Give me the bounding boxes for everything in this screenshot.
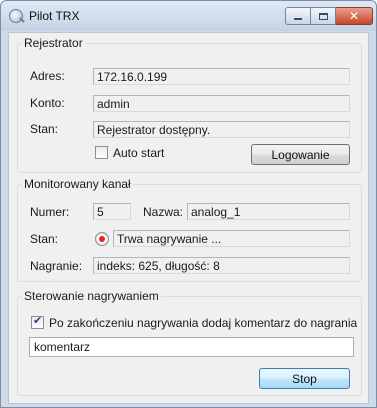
recorder-group-title: Rejestrator: [24, 36, 83, 50]
channel-group-title: Monitorowany kanał: [24, 177, 131, 191]
address-label: Adres:: [30, 69, 65, 83]
channel-number-field: 5: [93, 203, 131, 220]
close-icon: ✕: [348, 9, 360, 23]
app-window: Pilot TRX ✕ Rejestrator Adres: 172.16.0.…: [0, 0, 377, 408]
login-button[interactable]: Logowanie: [251, 144, 350, 165]
autostart-label[interactable]: Auto start: [113, 146, 164, 160]
account-label: Konto:: [30, 96, 65, 110]
state-label: Stan:: [30, 122, 59, 136]
number-label: Numer:: [30, 205, 70, 219]
comment-input[interactable]: komentarz: [29, 337, 354, 357]
autostart-checkbox[interactable]: [95, 146, 108, 159]
app-search-icon: [9, 9, 23, 23]
channel-state-field: Trwa nagrywanie ...: [113, 230, 350, 247]
maximize-icon: [318, 12, 328, 20]
control-group-title: Sterowanie nagrywaniem: [24, 289, 159, 303]
recording-label: Nagranie:: [30, 259, 83, 273]
channel-state-label: Stan:: [30, 232, 59, 246]
recorder-state-field: Rejestrator dostępny.: [93, 121, 350, 138]
address-field: 172.16.0.199: [93, 68, 350, 85]
comment-checkbox[interactable]: [31, 314, 44, 329]
close-button[interactable]: ✕: [336, 7, 373, 25]
channel-name-field: analog_1: [187, 203, 350, 220]
title-bar[interactable]: Pilot TRX ✕: [1, 1, 376, 31]
comment-checkbox-label[interactable]: Po zakończeniu nagrywania dodaj komentar…: [49, 316, 357, 330]
minimize-button[interactable]: [285, 7, 311, 25]
window-title: Pilot TRX: [29, 9, 80, 23]
recording-field: indeks: 625, długość: 8: [93, 257, 350, 274]
stop-button[interactable]: Stop: [259, 368, 350, 389]
client-area: Rejestrator Adres: 172.16.0.199 Konto: a…: [8, 32, 369, 404]
minimize-icon: [294, 18, 302, 20]
record-icon: [95, 232, 109, 246]
maximize-button[interactable]: [311, 7, 336, 25]
account-field: admin: [93, 95, 350, 112]
name-label: Nazwa:: [143, 205, 184, 219]
